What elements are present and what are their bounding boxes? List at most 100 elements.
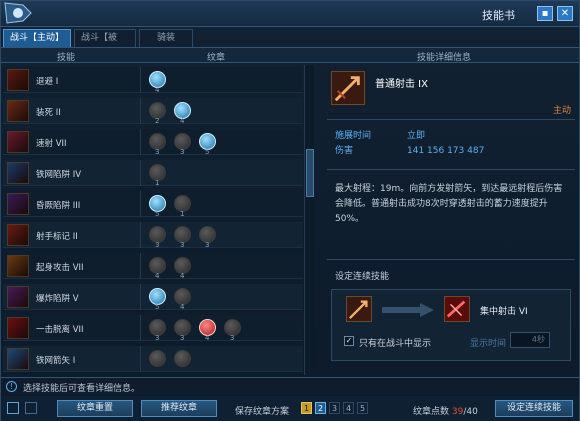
stat-value: 立即 <box>407 131 426 141</box>
glyph-level: 5 <box>155 303 160 311</box>
grid-view-icon[interactable] <box>25 402 37 414</box>
skill-name: 爆炸陷阱 V <box>36 294 79 304</box>
set-combo-button[interactable]: 设定连续技能 <box>495 400 573 417</box>
skill-row[interactable]: 射手标记 II 3 3 3 <box>3 222 303 249</box>
glyph-points-label: 纹章点数 <box>413 407 450 417</box>
lock-icon: ▪ <box>541 8 549 19</box>
close-icon: ✕ <box>560 8 570 19</box>
combo-skill-box: 集中射击 VI ✓ 只有在战斗中显示 显示时间 4秒 <box>331 289 571 361</box>
display-time-input[interactable]: 4秒 <box>510 332 550 348</box>
skill-stats: 施展时间 立即 伤害 141 156 173 487 <box>335 129 484 159</box>
skill-name: 一击脱离 VII <box>36 325 84 335</box>
plan-3-button[interactable]: 3 <box>329 402 340 414</box>
combo-section-title: 设定连续技能 <box>335 272 390 282</box>
column-detail: 技能详细信息 <box>417 53 472 63</box>
stat-key: 施展时间 <box>335 131 372 141</box>
glyph-level: 3 <box>230 334 235 342</box>
plan-2-button[interactable]: 2 <box>315 402 326 414</box>
save-plan-label: 保存纹章方案 <box>235 407 290 417</box>
skill-row[interactable]: 铁网陷阱 IV 1 <box>3 160 303 187</box>
combo-target-skill-name: 集中射击 VI <box>480 307 528 317</box>
skill-icon <box>7 69 29 91</box>
list-view-icon[interactable] <box>7 402 19 414</box>
skill-name: 射手标记 II <box>36 232 78 242</box>
skill-icon <box>7 286 29 308</box>
skill-row[interactable]: 爆炸陷阱 V 5 4 <box>3 284 303 311</box>
skill-name: 昏厥陷阱 III <box>36 201 81 211</box>
glyph-slots: 51 <box>140 191 303 218</box>
plan-5-button[interactable]: 5 <box>357 402 368 414</box>
glyph-level: 3 <box>205 241 210 249</box>
footer-bar: 纹章重置 推荐纹章 保存纹章方案 1 2 3 4 5 纹章点数 39/40 设定… <box>1 396 579 421</box>
glyph-level: 4 <box>180 272 185 280</box>
skill-row[interactable]: 起身攻击 VII 4 4 <box>3 253 303 280</box>
skill-icon <box>7 255 29 277</box>
selected-skill-icon <box>331 71 365 105</box>
skill-icon <box>7 162 29 184</box>
tab-mount[interactable]: 骑装 <box>139 29 194 47</box>
column-skill: 技能 <box>57 53 76 63</box>
glyph-slot[interactable] <box>149 350 166 367</box>
glyph-slots: 3 3 5 <box>140 129 303 156</box>
skill-icon <box>7 317 29 339</box>
combat-only-checkbox[interactable]: ✓ <box>344 336 354 346</box>
skill-book-window: 技能书 ▪ ✕ 战斗【主动】 战斗【被动】 骑装 技能 纹章 技能详细信息 退避… <box>0 0 580 421</box>
glyph-level: 5 <box>155 210 160 218</box>
plan-4-button[interactable]: 4 <box>343 402 354 414</box>
combo-source-skill-icon[interactable] <box>346 296 372 322</box>
tab-combat-passive[interactable]: 战斗【被动】 <box>74 29 137 60</box>
skill-icon <box>7 348 29 370</box>
glyph-points-total: /40 <box>463 407 478 417</box>
info-icon: ! <box>6 381 17 392</box>
glyph-level: 4 <box>180 303 185 311</box>
divider <box>327 169 575 170</box>
skill-row[interactable]: 昏厥陷阱 III 5 1 <box>3 191 303 218</box>
skill-row[interactable]: 速射 VII 3 3 5 <box>3 129 303 156</box>
skill-row[interactable]: 装死 II 2 4 <box>3 98 303 125</box>
stat-key: 伤害 <box>335 146 354 156</box>
glyph-level: 3 <box>180 334 185 342</box>
divider <box>327 259 575 260</box>
glyph-level: 1 <box>180 210 185 218</box>
skill-icon <box>7 224 29 246</box>
lock-button[interactable]: ▪ <box>537 6 553 21</box>
skill-name: 铁网箭矢 I <box>36 356 76 366</box>
skill-row[interactable]: 退避 I 4 <box>3 67 303 94</box>
skill-name: 装死 II <box>36 108 61 118</box>
skill-row[interactable]: 一击脱离 VII 3 3 4 3 <box>3 315 303 342</box>
hint-bar: ! 选择技能后可查看详细信息。 <box>1 377 579 395</box>
plan-1-button[interactable]: 1 <box>301 402 312 414</box>
glyph-level: 1 <box>155 179 160 187</box>
glyph-level: 5 <box>205 148 210 156</box>
skill-list-scrollbar[interactable] <box>304 65 314 375</box>
display-time-label: 显示时间 <box>470 339 507 349</box>
stat-value: 141 156 173 487 <box>407 146 485 156</box>
glyph-level: 4 <box>205 334 210 342</box>
combo-target-skill-icon[interactable] <box>444 296 470 322</box>
skill-title: 普通射击 IX <box>375 79 428 90</box>
tab-bar: 战斗【主动】 战斗【被动】 骑装 <box>3 29 194 60</box>
skill-row[interactable]: 铁网箭矢 I <box>3 346 303 372</box>
skill-type-label: 主动 <box>552 106 571 116</box>
glyph-level: 3 <box>155 334 160 342</box>
glyph-level: 3 <box>180 148 185 156</box>
window-title: 技能书 <box>482 9 515 22</box>
close-button[interactable]: ✕ <box>557 6 573 21</box>
arrow-right-icon <box>382 303 434 317</box>
skill-list[interactable]: 退避 I 4 装死 II 2 4 速射 VII 3 3 5 铁网陷阱 IV 1 昏厥陷阱 III 5 1 射… <box>3 65 303 375</box>
tab-combat-active[interactable]: 战斗【主动】 <box>3 29 72 47</box>
glyph-points-used: 39 <box>451 407 464 417</box>
title-bar[interactable]: 技能书 ▪ ✕ <box>1 1 579 27</box>
skill-name: 退避 I <box>36 77 59 87</box>
scrollbar-thumb[interactable] <box>306 149 314 197</box>
glyph-level: 4 <box>155 86 160 94</box>
glyph-slots: 24 <box>140 98 303 125</box>
column-header: 技能 纹章 技能详细信息 <box>1 47 579 63</box>
divider <box>327 119 575 120</box>
glyph-slot[interactable] <box>174 350 191 367</box>
skill-icon <box>7 193 29 215</box>
skill-name: 速射 VII <box>36 139 67 149</box>
recommend-glyph-button[interactable]: 推荐纹章 <box>141 400 217 417</box>
reset-glyph-button[interactable]: 纹章重置 <box>57 400 133 417</box>
skill-icon <box>7 100 29 122</box>
